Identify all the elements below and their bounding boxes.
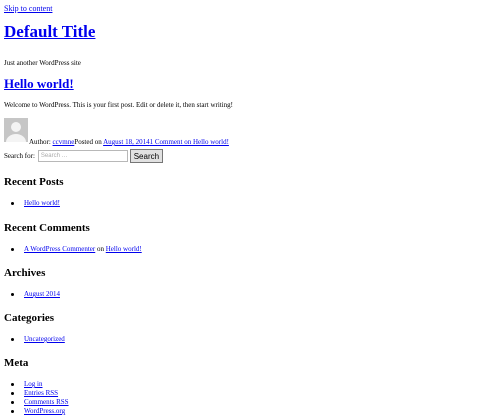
author-link[interactable]: ccvmne bbox=[53, 138, 75, 146]
archives-heading: Archives bbox=[4, 267, 46, 279]
comments-link[interactable]: 1 Comment on Hello world! bbox=[150, 138, 229, 146]
categories-list: Uncategorized bbox=[11, 335, 65, 344]
list-item: Comments RSS bbox=[11, 398, 69, 407]
post-title-link[interactable]: Hello world! bbox=[4, 76, 74, 92]
meta-wordpress-org-link[interactable]: WordPress.org bbox=[24, 407, 65, 415]
post-date-link[interactable]: August 18, 2014 bbox=[103, 138, 149, 146]
list-item: Uncategorized bbox=[11, 335, 65, 344]
meta-entries-rss-link[interactable]: Entries RSS bbox=[24, 389, 58, 397]
meta-list: Log in Entries RSS Comments RSS WordPres… bbox=[11, 380, 69, 416]
author-prefix: Author: bbox=[29, 138, 51, 146]
search-button[interactable]: Search bbox=[129, 149, 163, 163]
search-input[interactable]: Search … bbox=[37, 150, 128, 162]
post-byline: Author: ccvmnePosted on August 18, 20141… bbox=[29, 138, 229, 146]
recent-posts-list: Hello world! bbox=[11, 199, 60, 208]
search-form: Search for: Search … Search bbox=[4, 149, 163, 163]
archive-link[interactable]: August 2014 bbox=[24, 290, 60, 298]
list-item: Entries RSS bbox=[11, 389, 69, 398]
list-item: A WordPress Commenter on Hello world! bbox=[11, 245, 142, 254]
posted-on-prefix: Posted on bbox=[74, 138, 102, 146]
comment-on-text: on bbox=[97, 245, 104, 253]
avatar-placeholder-icon bbox=[4, 118, 28, 142]
categories-heading: Categories bbox=[4, 312, 55, 324]
recent-posts-heading: Recent Posts bbox=[4, 176, 64, 188]
search-label: Search for: bbox=[4, 152, 35, 160]
list-item: WordPress.org bbox=[11, 407, 69, 416]
meta-login-link[interactable]: Log in bbox=[24, 380, 42, 388]
author-avatar bbox=[4, 118, 28, 142]
comment-post-link[interactable]: Hello world! bbox=[106, 245, 142, 253]
site-title[interactable]: Default Title bbox=[4, 22, 95, 42]
skip-to-content-link[interactable]: Skip to content bbox=[4, 4, 52, 13]
site-description: Just another WordPress site bbox=[4, 59, 81, 67]
archives-list: August 2014 bbox=[11, 290, 60, 299]
post-content: Welcome to WordPress. This is your first… bbox=[4, 101, 233, 109]
meta-heading: Meta bbox=[4, 357, 29, 369]
recent-comments-list: A WordPress Commenter on Hello world! bbox=[11, 245, 142, 254]
list-item: Log in bbox=[11, 380, 69, 389]
recent-comments-heading: Recent Comments bbox=[4, 222, 90, 234]
recent-post-link[interactable]: Hello world! bbox=[24, 199, 60, 207]
category-link[interactable]: Uncategorized bbox=[24, 335, 65, 343]
comment-author-link[interactable]: A WordPress Commenter bbox=[24, 245, 95, 253]
list-item: August 2014 bbox=[11, 290, 60, 299]
meta-comments-rss-link[interactable]: Comments RSS bbox=[24, 398, 69, 406]
list-item: Hello world! bbox=[11, 199, 60, 208]
